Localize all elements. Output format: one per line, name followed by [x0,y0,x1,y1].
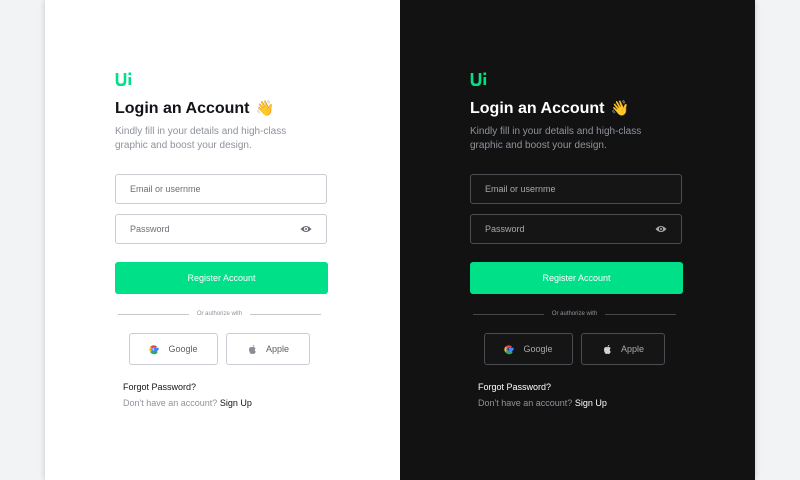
divider-text: Or authorize with [551,311,598,317]
waving-hand-icon: 👋 [610,100,630,117]
apple-icon [248,344,256,354]
login-screens-frame: Login an Account 👋 Kindly fill in your de… [45,0,755,480]
apple-label: Apple [620,344,645,354]
signup-prompt: Don't have an account? Sign Up [123,398,252,408]
title-text: Login an Account [115,100,250,117]
email-placeholder: Email or usernme [485,184,556,194]
google-label: Google [168,344,198,354]
apple-icon [603,344,611,354]
title-text: Login an Account [470,100,605,117]
no-account-text: Don't have an account? [478,398,573,408]
email-placeholder: Email or usernme [130,184,201,194]
ui-logo-icon [470,72,487,86]
authorize-divider: Or authorize with [473,308,677,320]
sign-up-link[interactable]: Sign Up [575,398,607,408]
forgot-password-link[interactable]: Forgot Password? [123,382,196,392]
divider-line [250,313,322,315]
login-panel-light: Login an Account 👋 Kindly fill in your de… [45,0,400,480]
page-title: Login an Account 👋 [470,99,629,118]
apple-button[interactable]: Apple [226,333,310,365]
register-account-button[interactable]: Register Account [115,262,328,294]
divider-line [605,313,677,315]
google-button[interactable]: Google [129,333,218,365]
eye-icon[interactable] [655,224,667,234]
sign-up-link[interactable]: Sign Up [220,398,252,408]
divider-line [473,313,544,315]
divider-line [118,313,189,315]
forgot-password-link[interactable]: Forgot Password? [478,382,551,392]
divider-text: Or authorize with [196,311,243,317]
ui-logo-icon [115,72,132,86]
page-title: Login an Account 👋 [115,99,274,118]
subtitle: Kindly fill in your details and high-cla… [470,126,642,151]
apple-button[interactable]: Apple [581,333,665,365]
subtitle: Kindly fill in your details and high-cla… [115,126,287,151]
apple-label: Apple [265,344,290,354]
password-field[interactable]: Password [470,214,682,244]
no-account-text: Don't have an account? [123,398,218,408]
google-label: Google [523,344,553,354]
password-placeholder: Password [485,224,525,234]
google-icon [149,344,160,354]
register-account-button[interactable]: Register Account [470,262,683,294]
google-icon [504,344,515,354]
waving-hand-icon: 👋 [255,100,275,117]
signup-prompt: Don't have an account? Sign Up [478,398,607,408]
email-field[interactable]: Email or usernme [470,174,682,204]
password-placeholder: Password [130,224,170,234]
authorize-divider: Or authorize with [118,308,322,320]
eye-icon[interactable] [300,224,312,234]
login-panel-dark: Login an Account 👋 Kindly fill in your de… [400,0,755,480]
email-field[interactable]: Email or usernme [115,174,327,204]
google-button[interactable]: Google [484,333,573,365]
password-field[interactable]: Password [115,214,327,244]
